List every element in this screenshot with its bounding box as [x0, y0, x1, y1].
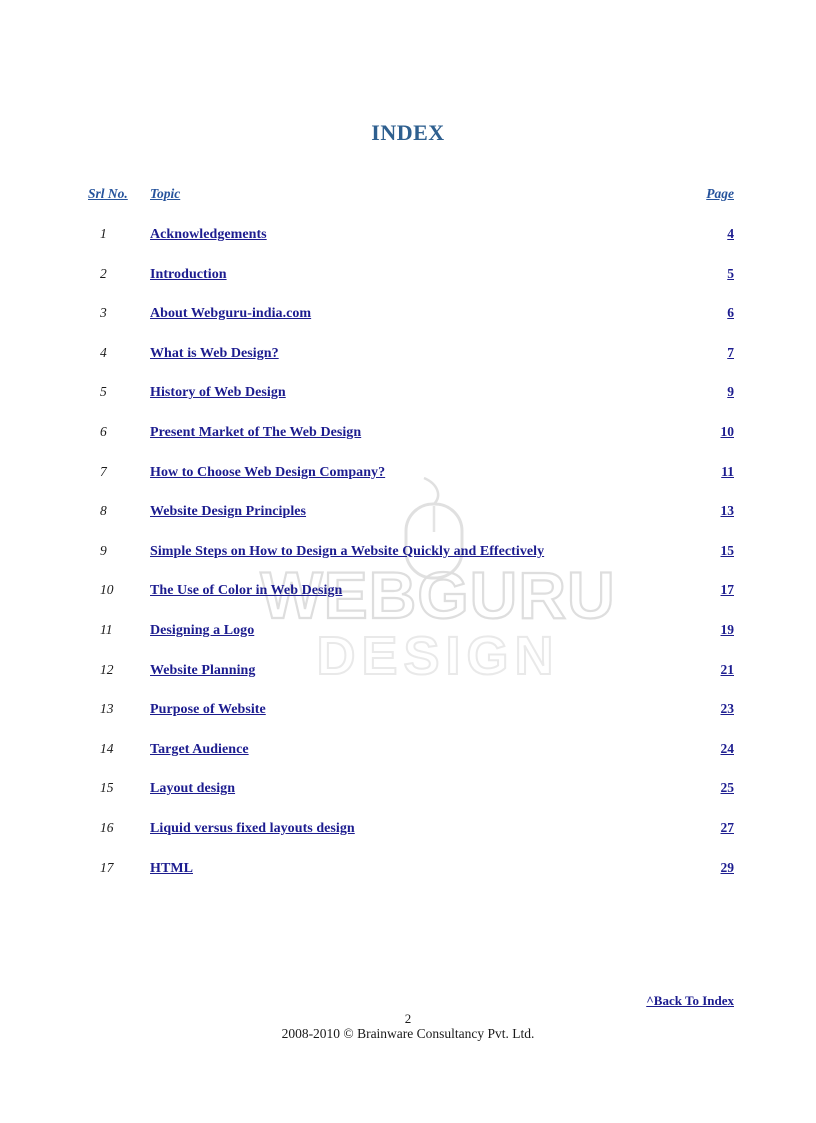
- table-row: 10 The Use of Color in Web Design 17: [0, 582, 816, 622]
- table-row: 12 Website Planning 21: [0, 662, 816, 702]
- toc-page-link[interactable]: 4: [727, 226, 734, 241]
- toc-page-link[interactable]: 13: [721, 503, 735, 518]
- toc-page-link[interactable]: 25: [721, 780, 735, 795]
- toc-header-row: Srl No. Topic Page: [0, 186, 816, 226]
- toc-page-link[interactable]: 7: [727, 345, 734, 360]
- toc-page-link[interactable]: 10: [721, 424, 735, 439]
- toc-topic-link[interactable]: Website Design Principles: [150, 504, 306, 519]
- row-serial-number: 1: [100, 226, 107, 241]
- toc-topic-link[interactable]: About Webguru-india.com: [150, 306, 311, 321]
- toc-page-link[interactable]: 11: [721, 464, 734, 479]
- table-row: 15 Layout design 25: [0, 780, 816, 820]
- toc-topic-link[interactable]: Website Planning: [150, 663, 255, 678]
- row-serial-number: 16: [100, 819, 114, 835]
- table-row: 16 Liquid versus fixed layouts design 27: [0, 820, 816, 860]
- toc-topic-link[interactable]: What is Web Design?: [150, 346, 279, 361]
- toc-topic-link[interactable]: Target Audience: [150, 742, 249, 757]
- row-serial-number: 4: [100, 344, 107, 360]
- toc-page-link[interactable]: 21: [721, 662, 735, 677]
- toc-topic-link[interactable]: Purpose of Website: [150, 702, 266, 717]
- table-row: 9 Simple Steps on How to Design a Websit…: [0, 543, 816, 583]
- page-title: INDEX: [371, 120, 445, 145]
- toc-page-link[interactable]: 24: [721, 741, 735, 756]
- row-serial-number: 9: [100, 542, 107, 558]
- table-row: 4 What is Web Design? 7: [0, 345, 816, 385]
- row-serial-number: 15: [100, 780, 114, 796]
- row-serial-number: 3: [100, 305, 107, 321]
- row-serial-number: 10: [100, 582, 114, 598]
- document-page: INDEX Srl No. Topic Page 1 Acknowledgeme…: [0, 0, 816, 1123]
- footer-page-number: 2: [404, 1011, 412, 1026]
- table-row: 5 History of Web Design 9: [0, 384, 816, 424]
- toc-topic-link[interactable]: HTML: [150, 861, 193, 876]
- table-row: 7 How to Choose Web Design Company? 11: [0, 464, 816, 504]
- toc-page-link[interactable]: 23: [721, 701, 735, 716]
- table-row: 1 Acknowledgements 4: [0, 226, 816, 266]
- toc-page-link[interactable]: 9: [727, 384, 734, 399]
- toc-topic-link[interactable]: Layout design: [150, 781, 235, 796]
- table-row: 14 Target Audience 24: [0, 741, 816, 781]
- table-row: 3 About Webguru-india.com 6: [0, 305, 816, 345]
- toc-topic-link[interactable]: Liquid versus fixed layouts design: [150, 821, 355, 836]
- toc-page-link[interactable]: 19: [721, 622, 735, 637]
- back-to-index-link: ^Back To Index: [0, 993, 816, 1009]
- table-row: 8 Website Design Principles 13: [0, 503, 816, 543]
- table-row: 11 Designing a Logo 19: [0, 622, 816, 662]
- toc-topic-link[interactable]: How to Choose Web Design Company?: [150, 465, 385, 480]
- table-row: 6 Present Market of The Web Design 10: [0, 424, 816, 464]
- toc-topic-link[interactable]: Simple Steps on How to Design a Website …: [150, 544, 544, 559]
- toc-topic-link[interactable]: Present Market of The Web Design: [150, 425, 361, 440]
- toc-page-link[interactable]: 15: [721, 543, 735, 558]
- row-serial-number: 8: [100, 503, 107, 519]
- toc-topic-link[interactable]: History of Web Design: [150, 385, 286, 400]
- toc-page-link[interactable]: 27: [721, 820, 735, 835]
- toc-topic-link[interactable]: Acknowledgements: [150, 227, 267, 242]
- toc-topic-link[interactable]: The Use of Color in Web Design: [150, 583, 342, 598]
- row-serial-number: 2: [100, 265, 107, 281]
- table-row: 13 Purpose of Website 23: [0, 701, 816, 741]
- toc-page-link[interactable]: 5: [727, 266, 734, 281]
- toc-page-link[interactable]: 17: [721, 582, 735, 597]
- table-row: 2 Introduction 5: [0, 266, 816, 306]
- row-serial-number: 7: [100, 463, 107, 479]
- row-serial-number: 17: [100, 859, 114, 875]
- row-serial-number: 5: [100, 384, 107, 400]
- toc-page-link[interactable]: 6: [727, 305, 734, 320]
- column-header-srl-no: Srl No.: [88, 186, 128, 201]
- row-serial-number: 11: [100, 621, 113, 637]
- footer-copyright: 2008-2010 © Brainware Consultancy Pvt. L…: [281, 1026, 535, 1041]
- row-serial-number: 6: [100, 423, 107, 439]
- row-serial-number: 13: [100, 701, 114, 717]
- back-to-index-label[interactable]: ^Back To Index: [646, 993, 734, 1008]
- toc-page-link[interactable]: 29: [721, 860, 735, 875]
- toc-topic-link[interactable]: Designing a Logo: [150, 623, 254, 638]
- row-serial-number: 14: [100, 740, 114, 756]
- toc-topic-link[interactable]: Introduction: [150, 267, 227, 282]
- column-header-topic: Topic: [150, 186, 181, 201]
- row-serial-number: 12: [100, 661, 114, 677]
- column-header-page: Page: [706, 186, 734, 201]
- table-of-contents: Srl No. Topic Page 1 Acknowledgements 4 …: [0, 186, 816, 899]
- table-row: 17 HTML 29: [0, 860, 816, 900]
